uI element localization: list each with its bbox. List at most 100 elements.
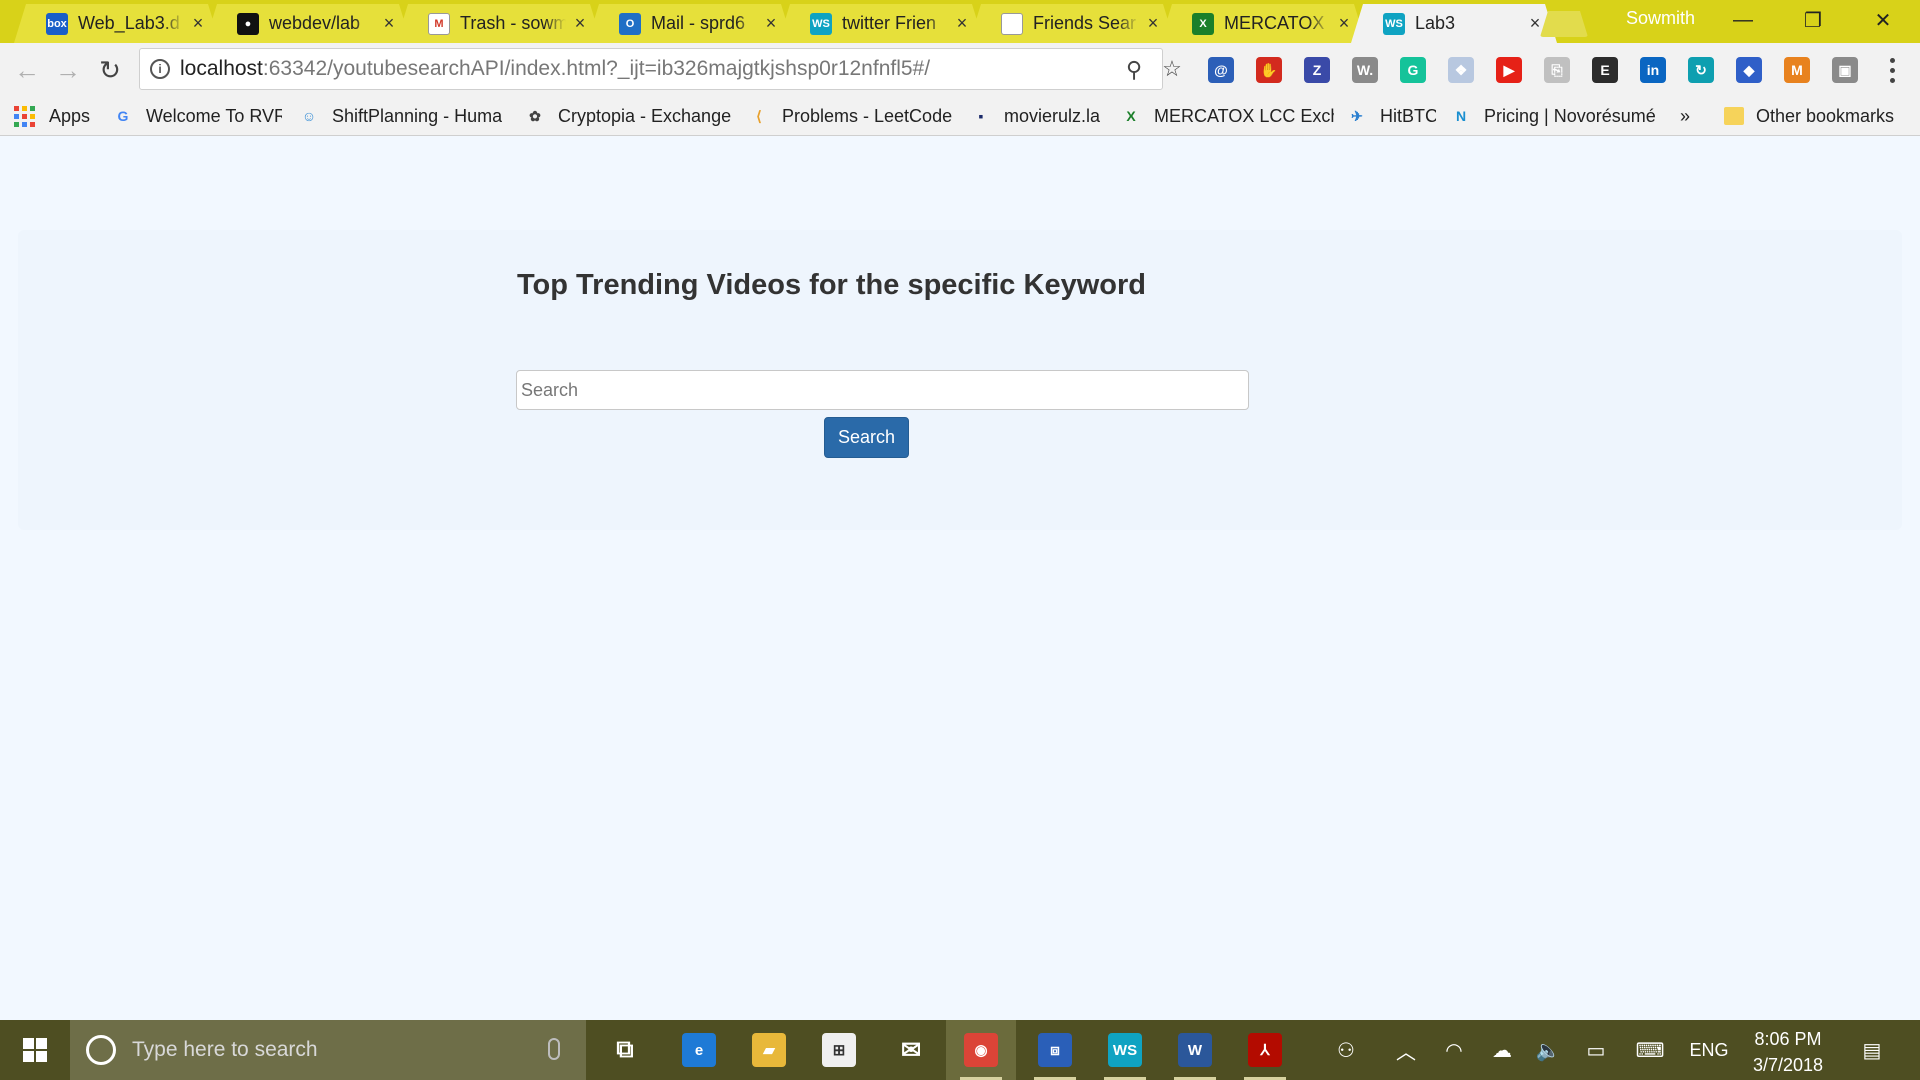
bookmark-item[interactable]: ☺ ShiftPlanning - Huma [298, 102, 502, 130]
new-tab-button[interactable] [1540, 11, 1588, 37]
bookmark-star-icon[interactable]: ☆ [1160, 56, 1184, 81]
tab-4[interactable]: WS twitter Frien × [778, 4, 984, 43]
close-window-button[interactable]: ✕ [1848, 0, 1918, 40]
tray-chevron-icon[interactable]: ︿ [1388, 1020, 1424, 1080]
profile-name[interactable]: Sowmith [1626, 8, 1695, 29]
bookmark-item[interactable]: ⟨ Problems - LeetCode [748, 102, 952, 130]
site-info-icon[interactable]: i [150, 59, 170, 79]
people-icon[interactable]: ⚇ [1328, 1020, 1364, 1080]
tab-close-icon[interactable]: × [1336, 13, 1352, 34]
bookmark-label: Apps [49, 105, 91, 126]
taskbar-app-word[interactable]: W [1160, 1020, 1230, 1080]
language-indicator[interactable]: ENG [1684, 1020, 1734, 1080]
tab-5[interactable]: Friends Sear × [969, 4, 1175, 43]
bookmark-item[interactable]: ✿ Cryptopia - Exchange [524, 102, 731, 130]
wordtune-icon[interactable]: W. [1352, 57, 1378, 83]
zotero-icon[interactable]: Z [1304, 57, 1330, 83]
youtube-icon[interactable]: ▶ [1496, 57, 1522, 83]
tab-close-icon[interactable]: × [954, 13, 970, 34]
bookmark-label: movierulz.la [1004, 105, 1101, 126]
taskbar-app-mail[interactable]: ✉ [876, 1020, 946, 1080]
evernote-icon[interactable]: E [1592, 57, 1618, 83]
taskbar-search[interactable]: Type here to search [70, 1020, 586, 1080]
grammarly-icon[interactable]: G [1400, 57, 1426, 83]
bookmark-item[interactable]: X MERCATOX LCC Exch [1120, 102, 1334, 130]
chat-ext-icon[interactable]: ▣ [1832, 57, 1858, 83]
taskbar-app-webstorm[interactable]: WS [1090, 1020, 1160, 1080]
tab-favicon-icon: ● [237, 12, 259, 35]
taskbar-app-file-explorer[interactable]: ▰ [734, 1020, 804, 1080]
wifi-icon[interactable]: ◠ [1436, 1020, 1472, 1080]
search-input[interactable] [516, 370, 1249, 410]
notifications-icon[interactable]: ▤ [1852, 1020, 1892, 1080]
start-button[interactable] [0, 1020, 70, 1080]
taskbar-app-acrobat[interactable]: ⅄ [1230, 1020, 1300, 1080]
battery-icon[interactable]: ▭ [1578, 1020, 1614, 1080]
bookmark-item[interactable]: G Welcome To RVR [112, 102, 282, 130]
taskbar-app-edge[interactable]: e [664, 1020, 734, 1080]
bookmark-favicon-icon: ✈ [1351, 107, 1363, 124]
tab-close-icon[interactable]: × [1145, 13, 1161, 34]
bookmarks-overflow-button[interactable]: » [1680, 102, 1690, 130]
page-title: Top Trending Videos for the specific Key… [517, 269, 1146, 301]
tab-close-icon[interactable]: × [190, 13, 206, 34]
apps-bookmark[interactable]: Apps [14, 102, 90, 130]
tab-7[interactable]: WS Lab3 × [1351, 4, 1557, 43]
address-bar[interactable]: i localhost:63342/youtubesearchAPI/index… [139, 48, 1163, 90]
bookmark-item[interactable]: ✈ HitBTC [1346, 102, 1436, 130]
search-button[interactable]: Search [824, 417, 909, 458]
webstorm-icon: WS [1108, 1033, 1142, 1067]
taskbar-app-task-view[interactable]: ⧉ [590, 1020, 660, 1080]
bookmark-item[interactable]: ▪ movierulz.la [970, 102, 1101, 130]
tab-close-icon[interactable]: × [572, 13, 588, 34]
adblock-icon[interactable]: ✋ [1256, 57, 1282, 83]
bookmark-label: ShiftPlanning - Huma [332, 105, 503, 126]
reload-button[interactable]: ↻ [93, 53, 127, 87]
bookmark-item[interactable]: N Pricing | Novorésumé [1450, 102, 1656, 130]
bookmark-label: HitBTC [1380, 105, 1436, 126]
cortana-icon [86, 1035, 116, 1065]
metamask-icon[interactable]: M [1784, 57, 1810, 83]
microphone-icon[interactable] [548, 1038, 560, 1060]
other-bookmarks[interactable]: Other bookmarks [1724, 102, 1894, 130]
tab-3[interactable]: O Mail - sprd6 × [587, 4, 793, 43]
tab-1[interactable]: ● webdev/lab × [205, 4, 411, 43]
tab-2[interactable]: M Trash - sowm × [396, 4, 602, 43]
dropbox-icon[interactable]: ❖ [1448, 57, 1474, 83]
bookmark-label: Problems - LeetCode [782, 105, 953, 126]
tab-favicon-icon: M [428, 12, 450, 35]
ethereum-icon[interactable]: ◆ [1736, 57, 1762, 83]
tab-0[interactable]: box Web_Lab3.d × [14, 4, 220, 43]
zoom-icon[interactable]: ⚲ [1122, 57, 1146, 82]
minimize-button[interactable]: — [1708, 0, 1778, 40]
browser-menu-icon[interactable] [1882, 55, 1902, 85]
keyboard-icon[interactable]: ⌨ [1632, 1020, 1668, 1080]
pdf-icon[interactable]: ⎘ [1544, 57, 1570, 83]
tab-close-icon[interactable]: × [763, 13, 779, 34]
refresh-ext-icon[interactable]: ↻ [1688, 57, 1714, 83]
tab-favicon-icon: X [1192, 12, 1214, 35]
tab-title: Mail - sprd6 [651, 13, 746, 33]
page-content: Top Trending Videos for the specific Key… [0, 136, 1920, 1020]
volume-icon[interactable]: 🔈 [1530, 1020, 1566, 1080]
tab-close-icon[interactable]: × [1527, 13, 1543, 34]
tab-6[interactable]: X MERCATOX × [1160, 4, 1366, 43]
tab-close-icon[interactable]: × [381, 13, 397, 34]
taskbar-app-chrome[interactable]: ◉ [946, 1020, 1016, 1080]
a-icon[interactable]: @ [1208, 57, 1234, 83]
clock[interactable]: 8:06 PM 3/7/2018 [1734, 1026, 1842, 1078]
taskbar-app-network-app[interactable]: ⧈ [1020, 1020, 1090, 1080]
browser-toolbar: ← → ↻ i localhost:63342/youtubesearchAPI… [0, 43, 1920, 97]
bookmark-label: Pricing | Novorésumé [1484, 105, 1656, 126]
edge-icon: e [682, 1033, 716, 1067]
windows-icon [23, 1038, 47, 1062]
taskbar-app-store[interactable]: ⊞ [804, 1020, 874, 1080]
restore-button[interactable]: ❐ [1778, 0, 1848, 40]
forward-button[interactable]: → [51, 53, 85, 87]
url-text[interactable]: localhost:63342/youtubesearchAPI/index.h… [180, 57, 930, 81]
folder-icon [1724, 107, 1744, 125]
linkedin-icon[interactable]: in [1640, 57, 1666, 83]
onedrive-icon[interactable]: ☁ [1484, 1020, 1520, 1080]
back-button[interactable]: ← [10, 53, 44, 87]
mail-icon: ✉ [900, 1036, 922, 1064]
